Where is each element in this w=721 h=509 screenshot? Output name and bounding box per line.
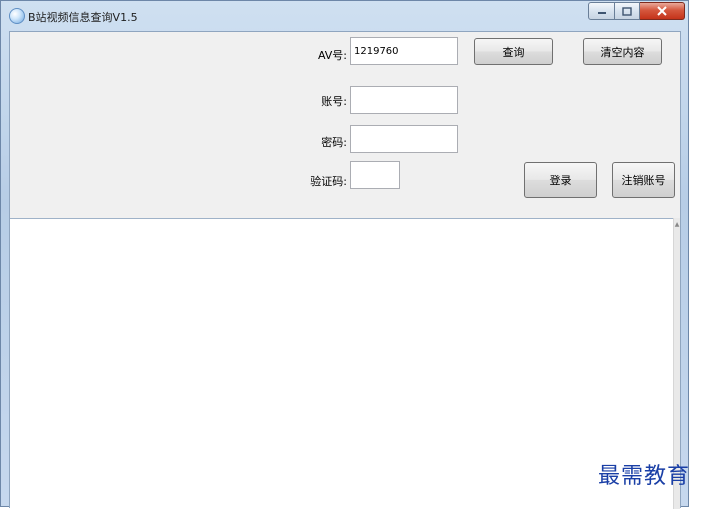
app-icon <box>9 8 25 24</box>
minimize-button[interactable] <box>588 2 615 20</box>
output-textarea[interactable] <box>10 218 680 509</box>
client-area: AV号: 查询 清空内容 账号: 密码: 验证码: 登录 注销账号 ▲ <box>9 31 681 509</box>
close-icon <box>657 6 667 16</box>
maximize-icon <box>622 6 632 16</box>
title-bar[interactable]: B站视频信息查询V1.5 <box>1 1 688 31</box>
query-button[interactable]: 查询 <box>474 38 553 65</box>
av-number-input[interactable] <box>350 37 458 65</box>
captcha-input[interactable] <box>350 161 400 189</box>
minimize-icon <box>597 12 606 14</box>
captcha-label: 验证码: <box>310 175 347 188</box>
window-title: B站视频信息查询V1.5 <box>28 11 138 24</box>
scroll-up-arrow-icon[interactable]: ▲ <box>674 221 680 229</box>
account-label: 账号: <box>321 95 347 108</box>
app-window: B站视频信息查询V1.5 AV号: 查询 清空内容 账号: 密码: 验证码: 登… <box>0 0 689 509</box>
caption-buttons <box>588 2 685 21</box>
login-button[interactable]: 登录 <box>524 162 597 198</box>
account-input[interactable] <box>350 86 458 114</box>
password-label: 密码: <box>321 136 347 149</box>
watermark-text: 最需教育 <box>598 464 691 489</box>
clear-content-button[interactable]: 清空内容 <box>583 38 662 65</box>
close-button[interactable] <box>640 2 685 20</box>
maximize-button[interactable] <box>615 2 640 20</box>
logout-account-button[interactable]: 注销账号 <box>612 162 675 198</box>
password-input[interactable] <box>350 125 458 153</box>
av-label: AV号: <box>317 49 347 62</box>
